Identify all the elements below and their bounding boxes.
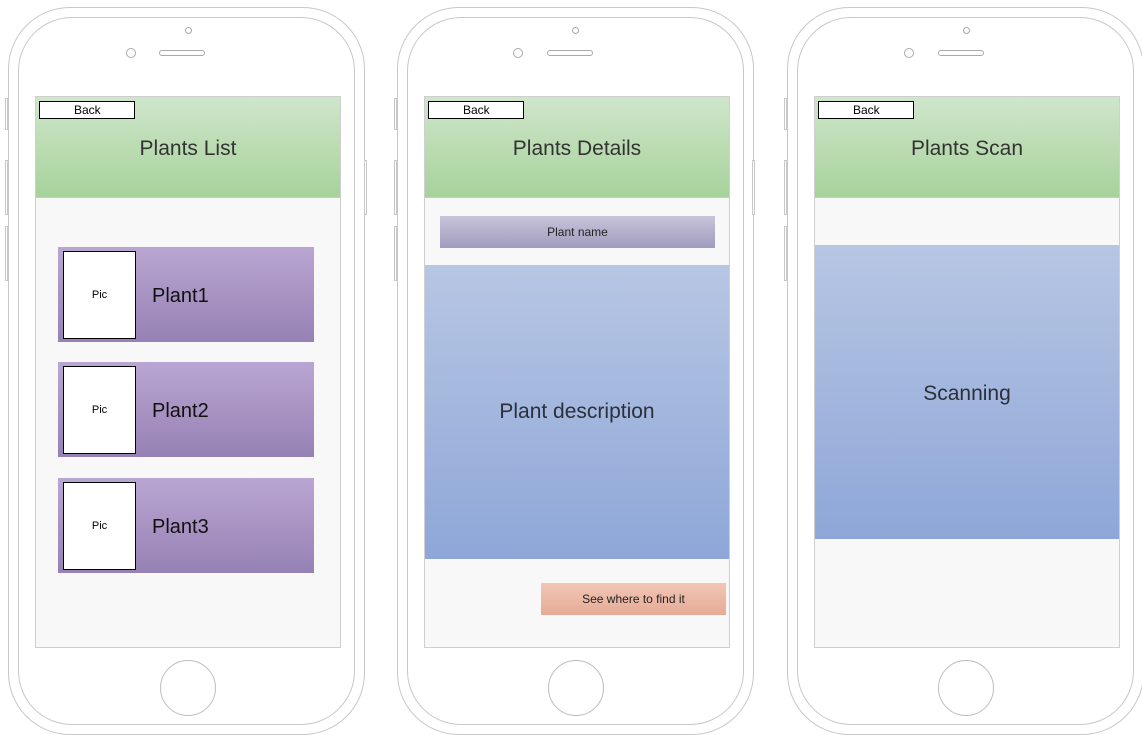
scanning-status-text: Scanning <box>923 382 1011 405</box>
back-button[interactable]: Back <box>428 101 524 119</box>
volume-down-button <box>5 226 8 281</box>
plant-name-label: Plant3 <box>152 516 209 538</box>
side-button <box>784 98 787 130</box>
header: Back Plants Scan <box>815 97 1119 198</box>
side-button <box>394 98 397 130</box>
camera-icon <box>572 27 579 34</box>
speaker-icon <box>547 50 593 56</box>
back-button[interactable]: Back <box>39 101 135 119</box>
scan-area: Scanning <box>815 245 1119 539</box>
home-button[interactable] <box>548 660 604 716</box>
plant-pic-placeholder: Pic <box>63 482 136 570</box>
back-button[interactable]: Back <box>818 101 914 119</box>
power-button <box>364 160 367 215</box>
home-button[interactable] <box>938 660 994 716</box>
volume-up-button <box>394 160 397 215</box>
plant-description-box: Plant description <box>425 265 729 559</box>
volume-up-button <box>5 160 8 215</box>
side-button <box>5 98 8 130</box>
page-title: Plants Scan <box>910 137 1024 160</box>
page-title: Plants Details <box>512 137 642 160</box>
volume-up-button <box>784 160 787 215</box>
plant-list-item[interactable]: Pic Plant3 <box>58 478 314 573</box>
plant-list-item[interactable]: Pic Plant2 <box>58 362 314 457</box>
front-sensor-icon <box>904 48 914 58</box>
plant-name-label: Plant1 <box>152 285 209 307</box>
plant-list-item[interactable]: Pic Plant1 <box>58 247 314 342</box>
speaker-icon <box>938 50 984 56</box>
power-button <box>752 160 755 215</box>
plant-name-bar: Plant name <box>440 216 715 248</box>
screen-plants-details: Back Plants Details Plant name Plant des… <box>424 96 730 648</box>
phone-frame-details: Back Plants Details Plant name Plant des… <box>397 7 754 735</box>
volume-down-button <box>394 226 397 281</box>
header: Back Plants Details <box>425 97 729 198</box>
camera-icon <box>963 27 970 34</box>
home-button[interactable] <box>160 660 216 716</box>
volume-down-button <box>784 226 787 281</box>
phone-frame-list: Back Plants List Pic Plant1 Pic Plant2 P… <box>8 7 365 735</box>
header: Back Plants List <box>36 97 340 198</box>
plant-pic-placeholder: Pic <box>63 251 136 339</box>
page-title: Plants List <box>139 137 237 160</box>
plant-name-label: Plant2 <box>152 400 209 422</box>
front-sensor-icon <box>513 48 523 58</box>
front-sensor-icon <box>126 48 136 58</box>
camera-icon <box>185 27 192 34</box>
phone-frame-scan: Back Plants Scan Scanning <box>787 7 1142 735</box>
speaker-icon <box>159 50 205 56</box>
screen-plants-list: Back Plants List Pic Plant1 Pic Plant2 P… <box>35 96 341 648</box>
plant-pic-placeholder: Pic <box>63 366 136 454</box>
screen-plants-scan: Back Plants Scan Scanning <box>814 96 1120 648</box>
see-where-to-find-button[interactable]: See where to find it <box>541 583 726 615</box>
plant-description-text: Plant description <box>499 400 655 423</box>
